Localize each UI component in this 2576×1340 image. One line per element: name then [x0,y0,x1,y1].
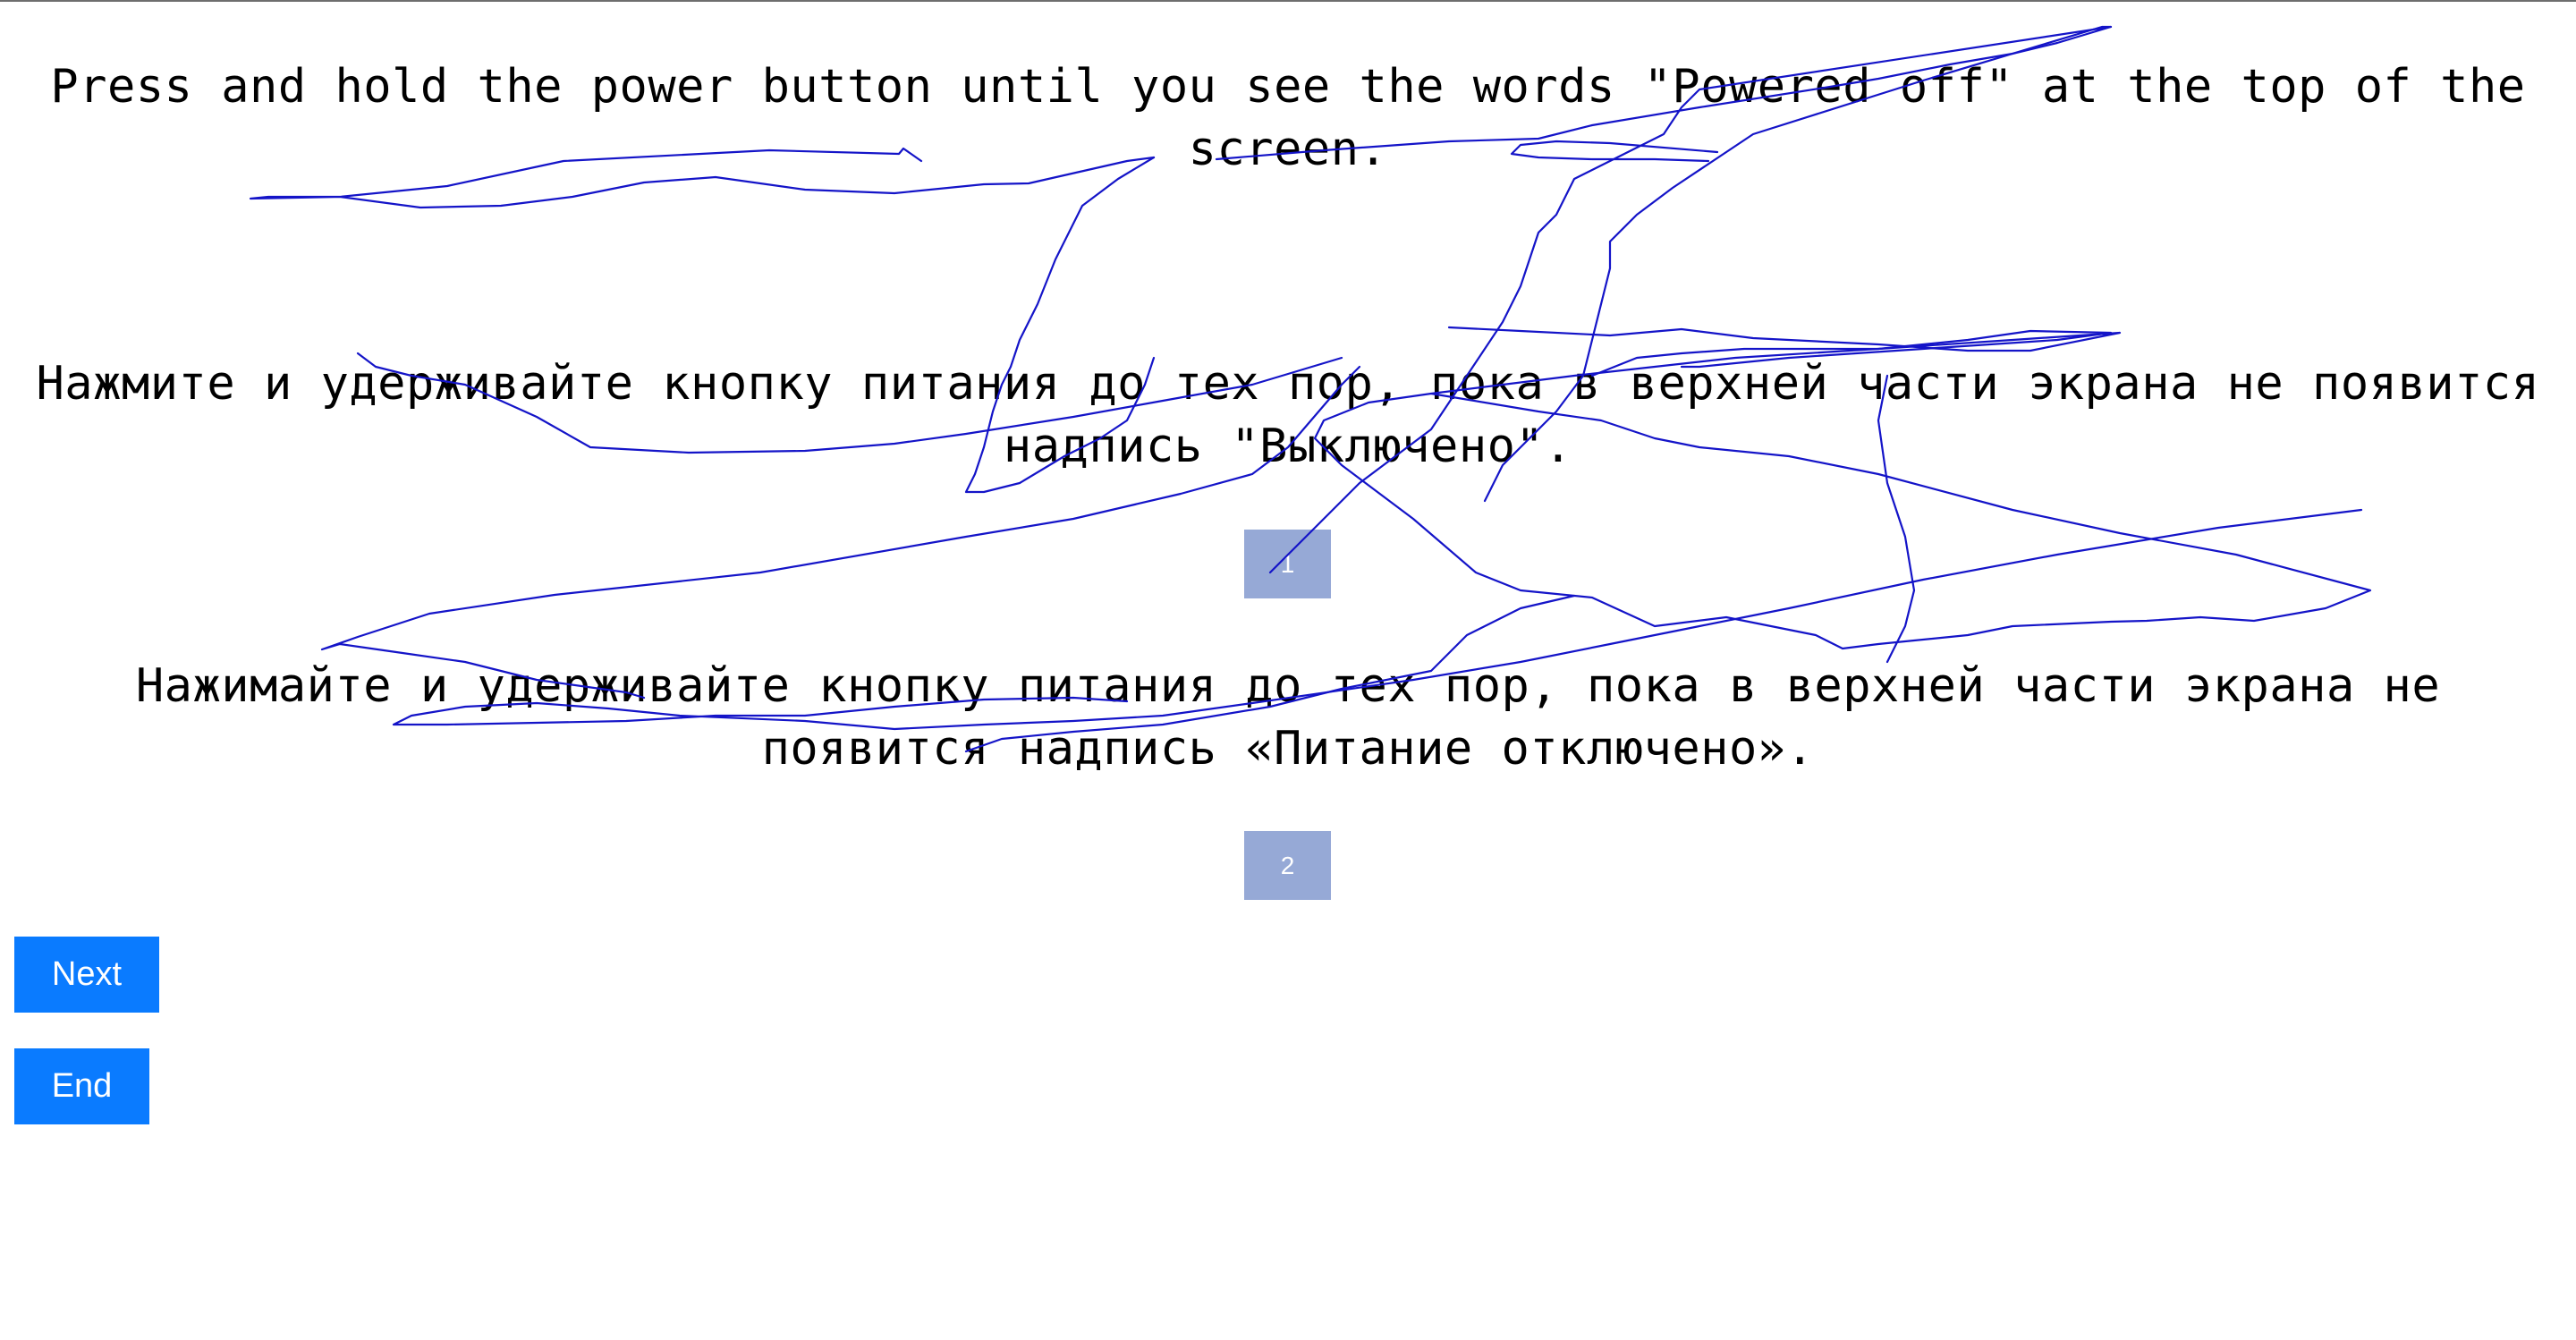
choice-2-button[interactable]: 2 [1244,831,1331,900]
translation-2-text: Нажимайте и удерживайте кнопку питания д… [135,659,2441,776]
choice-1-button[interactable]: 1 [1244,530,1331,598]
source-text: Press and hold the power button until yo… [50,60,2526,176]
translation-1-text: Нажмите и удерживайте кнопку питания до … [36,357,2540,473]
end-button[interactable]: End [14,1048,149,1124]
top-border [0,0,2576,2]
next-button[interactable]: Next [14,937,159,1013]
